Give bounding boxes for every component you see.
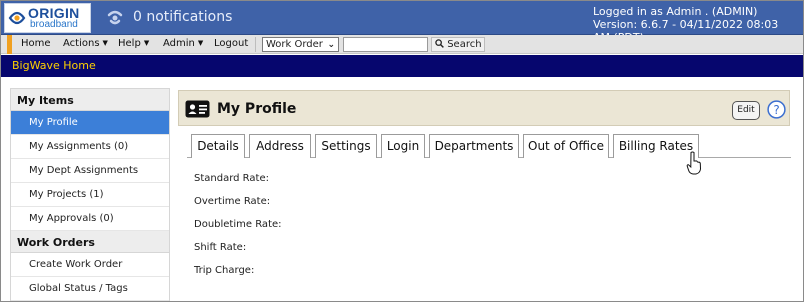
tab-settings[interactable]: Settings [315,134,377,158]
tab-out-of-office[interactable]: Out of Office [523,134,609,158]
menu-accent [7,35,12,54]
app-window: ORIGIN broadband 0 notifications Logged … [0,0,804,302]
top-banner: ORIGIN broadband 0 notifications Logged … [1,1,803,44]
page-header-title: BigWave Home [12,59,96,72]
origin-broadband-logo[interactable]: ORIGIN broadband [4,3,91,33]
page-header-bar: BigWave Home [1,55,803,77]
sidebar-item-my-dept-assignments[interactable]: My Dept Assignments [11,159,169,183]
sidebar-item-global-status-tags[interactable]: Global Status / Tags [11,277,169,301]
caret-down-icon: ▼ [143,39,150,47]
caret-down-icon: ▼ [102,39,108,47]
menu-actions[interactable]: Actions ▼ [63,38,108,49]
chevron-down-icon: ⌄ [327,40,335,50]
id-card-icon [185,100,210,118]
tab-departments[interactable]: Departments [429,134,519,158]
notifications-count[interactable]: 0 notifications [133,9,232,25]
menu-bar: Home Actions ▼ Help ▼ Admin ▼ Logout Work O… [1,35,803,54]
logo-bottom-text: broadband [30,19,78,30]
tab-address[interactable]: Address [249,134,311,158]
menu-help[interactable]: Help ▼ [118,38,149,49]
tab-login[interactable]: Login [381,134,425,158]
doubletime-rate-label: Doubletime Rate: [194,219,282,230]
shift-rate-label: Shift Rate: [194,242,247,253]
search-type-select[interactable]: Work Order ⌄ [262,37,339,52]
sidebar-item-create-work-order[interactable]: Create Work Order [11,253,169,277]
svg-text:?: ? [773,103,779,117]
search-icon [435,39,444,48]
sidebar-item-my-assignments[interactable]: My Assignments (0) [11,135,169,159]
logged-in-as: Logged in as Admin . (ADMIN) [593,5,758,18]
sidebar-item-my-approvals[interactable]: My Approvals (0) [11,207,169,231]
sidebar-item-my-projects[interactable]: My Projects (1) [11,183,169,207]
trip-charge-label: Trip Charge: [194,265,255,276]
menu-admin[interactable]: Admin ▼ [163,38,203,49]
profile-header: My Profile Edit ? [178,90,790,126]
search-input[interactable] [343,37,428,52]
sidebar: My Items My Profile My Assignments (0) M… [10,88,170,301]
sidebar-section-work-orders: Work Orders [11,231,169,253]
overtime-rate-label: Overtime Rate: [194,196,271,207]
sidebar-item-my-profile[interactable]: My Profile [11,111,169,135]
origin-logo-icon [8,11,26,25]
notification-icon[interactable] [104,7,126,29]
sidebar-section-my-items: My Items [11,89,169,111]
tab-details[interactable]: Details [191,134,245,158]
menu-logout[interactable]: Logout [214,38,248,49]
menu-divider [255,37,256,52]
search-button[interactable]: Search [431,37,485,52]
menu-home[interactable]: Home [21,38,51,49]
help-icon[interactable]: ? [767,100,786,119]
page-title: My Profile [217,101,297,117]
caret-down-icon: ▼ [197,39,204,47]
edit-button[interactable]: Edit [732,101,760,120]
hand-pointer-icon [686,151,702,175]
standard-rate-label: Standard Rate: [194,173,269,184]
